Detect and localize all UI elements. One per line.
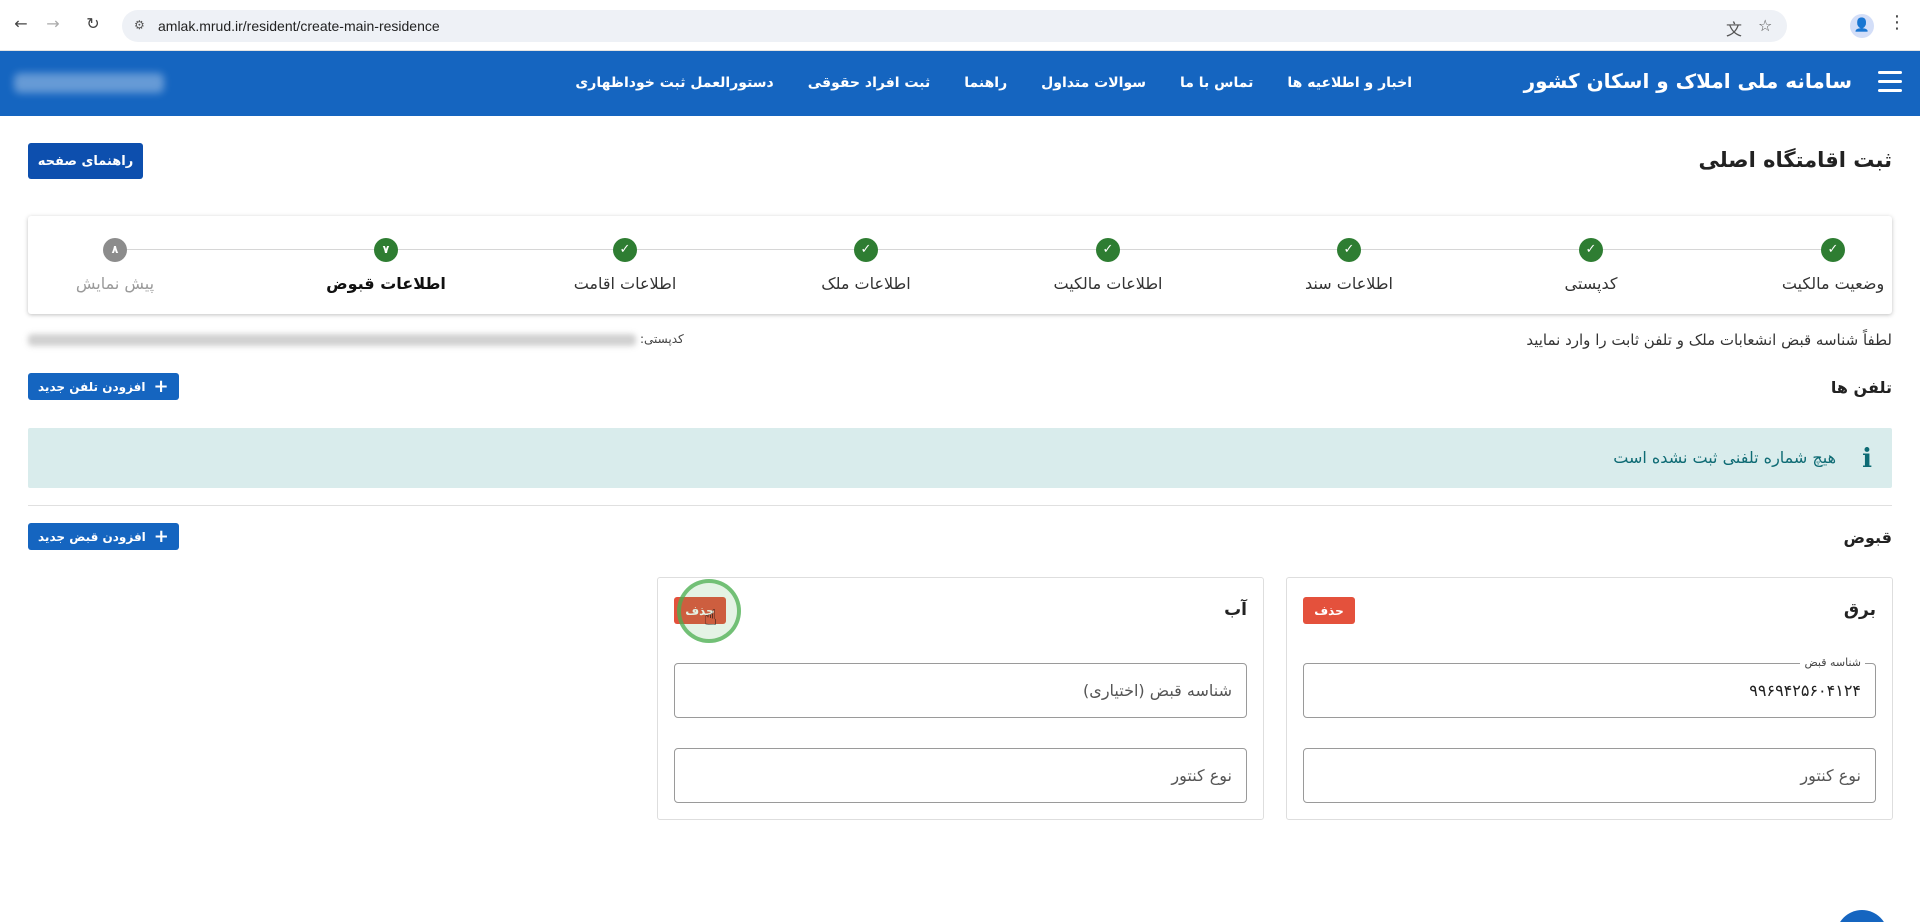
step-label: اطلاعات سند (1305, 274, 1393, 293)
browser-toolbar: ← → ↻ ⚙ amlak.mrud.ir/resident/create-ma… (0, 0, 1920, 51)
add-phone-button[interactable]: + افزودن تلفن جدید (28, 373, 179, 400)
nav-news[interactable]: اخبار و اطلاعیه ها (1287, 75, 1412, 91)
plus-icon: + (153, 375, 169, 397)
step-label: وضعیت مالکیت (1781, 274, 1885, 293)
step-label: کدپستی (1564, 274, 1618, 293)
step-ownership-info: ✓ اطلاعات مالکیت (1028, 238, 1188, 293)
electricity-meter-type-input[interactable] (1304, 749, 1875, 802)
nav-faq[interactable]: سوالات متداول (1041, 75, 1146, 91)
site-info-icon[interactable]: ⚙ (134, 18, 145, 32)
step-number-icon: ۷ (374, 238, 398, 262)
electricity-meter-type-field (1303, 748, 1876, 803)
plus-icon: + (153, 525, 169, 547)
address-redacted (28, 334, 636, 346)
back-icon[interactable]: ← (10, 13, 32, 35)
instruction-text: لطفاً شناسه قبض انشعابات ملک و تلفن ثابت… (1526, 331, 1892, 349)
user-name-redacted[interactable] (14, 73, 164, 93)
check-icon: ✓ (1821, 238, 1845, 262)
address-bar[interactable]: ⚙ amlak.mrud.ir/resident/create-main-res… (122, 10, 1787, 42)
step-preview: ۸ پیش نمایش (35, 238, 195, 293)
step-property-info: ✓ اطلاعات ملک (786, 238, 946, 293)
field-label: شناسه قبض (1800, 656, 1865, 669)
water-meter-type-input[interactable] (675, 749, 1246, 802)
step-label: اطلاعات قبوض (326, 274, 446, 293)
delete-electricity-button[interactable]: حذف (1303, 597, 1355, 624)
card-title: برق (1843, 600, 1876, 620)
water-bill-id-input[interactable] (675, 664, 1246, 717)
no-phones-alert: i هیچ شماره تلفنی ثبت نشده است (28, 428, 1892, 488)
bookmark-star-icon[interactable]: ☆ (1758, 16, 1772, 35)
step-residence-info: ✓ اطلاعات اقامت (545, 238, 705, 293)
step-number-icon: ۸ (103, 238, 127, 262)
check-icon: ✓ (1579, 238, 1603, 262)
electricity-bill-id-input[interactable] (1304, 664, 1875, 717)
step-deed-info: ✓ اطلاعات سند (1269, 238, 1429, 293)
add-phone-label: افزودن تلفن جدید (38, 379, 146, 394)
reload-icon[interactable]: ↻ (82, 13, 104, 35)
hamburger-menu-icon[interactable] (1878, 71, 1902, 93)
nav-guide[interactable]: راهنما (964, 75, 1007, 91)
nav-legal-entities[interactable]: ثبت افراد حقوقی (808, 75, 930, 91)
check-icon: ✓ (613, 238, 637, 262)
electricity-bill-card: برق حذف شناسه قبض (1286, 577, 1893, 820)
step-ownership-status: ✓ وضعیت مالکیت (1753, 238, 1913, 293)
forward-icon[interactable]: → (42, 13, 64, 35)
progress-stepper: ✓ وضعیت مالکیت ✓ کدپستی ✓ اطلاعات سند ✓ … (28, 216, 1892, 314)
water-bill-card: آب حذف (657, 577, 1264, 820)
bills-section-title: قبوض (1843, 528, 1892, 547)
card-title: آب (1224, 600, 1247, 620)
check-icon: ✓ (854, 238, 878, 262)
alert-message: هیچ شماره تلفنی ثبت نشده است (1613, 448, 1836, 467)
translate-icon[interactable]: 文 (1726, 16, 1742, 40)
section-divider (28, 505, 1892, 506)
phones-section-title: تلفن ها (1830, 378, 1892, 397)
check-icon: ✓ (1337, 238, 1361, 262)
floating-action-button[interactable] (1836, 910, 1888, 922)
water-bill-id-field (674, 663, 1247, 718)
electricity-bill-id-field: شناسه قبض (1303, 656, 1876, 718)
nav-contact[interactable]: تماس با ما (1180, 75, 1253, 91)
step-postal-code: ✓ کدپستی (1511, 238, 1671, 293)
step-bills-info: ۷ اطلاعات قبوض (306, 238, 466, 293)
nav-self-declaration-instructions[interactable]: دستورالعمل ثبت خوداظهاری (575, 75, 773, 91)
step-label: پیش نمایش (75, 274, 155, 293)
postal-code-label: کدپستی: (640, 332, 684, 346)
url-text[interactable]: amlak.mrud.ir/resident/create-main-resid… (158, 18, 440, 34)
step-label: اطلاعات مالکیت (1053, 274, 1163, 293)
step-label: اطلاعات اقامت (573, 274, 677, 293)
hand-cursor-icon: ☝ (704, 606, 718, 631)
main-nav: اخبار و اطلاعیه ها تماس با ما سوالات متد… (575, 75, 1412, 91)
page-guide-button[interactable]: راهنمای صفحه (28, 143, 143, 179)
add-bill-label: افزودن قبض جدید (38, 529, 146, 544)
step-label: اطلاعات ملک (821, 274, 911, 293)
page-title: ثبت اقامتگاه اصلی (1698, 148, 1892, 172)
site-brand[interactable]: سامانه ملی املاک و اسکان کشور (1524, 69, 1852, 93)
add-bill-button[interactable]: + افزودن قبض جدید (28, 523, 179, 550)
browser-menu-icon[interactable]: ⋮ (1888, 12, 1906, 33)
water-meter-type-field (674, 748, 1247, 803)
app-header: سامانه ملی املاک و اسکان کشور اخبار و اط… (0, 51, 1920, 116)
check-icon: ✓ (1096, 238, 1120, 262)
info-icon: i (1862, 444, 1872, 474)
profile-icon[interactable]: 👤 (1850, 14, 1874, 38)
